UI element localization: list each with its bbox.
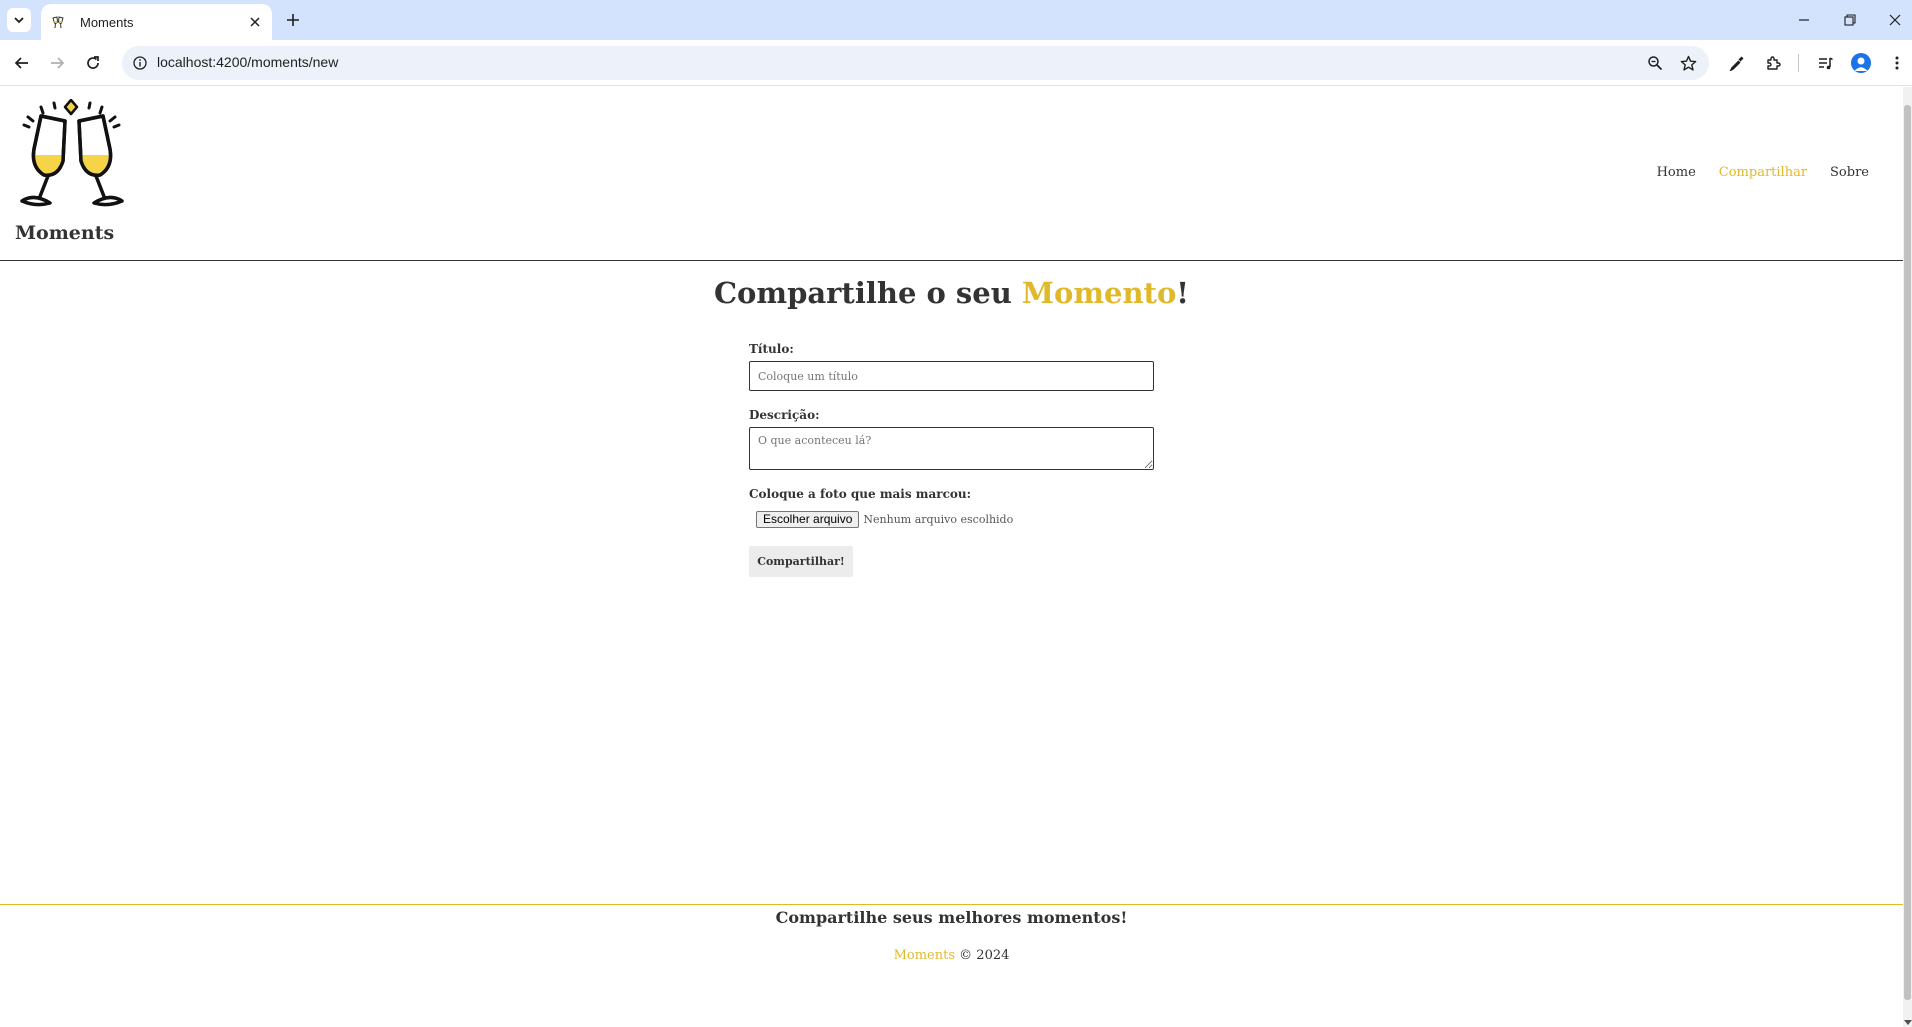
close-window-button[interactable]	[1881, 6, 1909, 34]
title-input[interactable]	[749, 361, 1154, 391]
page-title: Compartilhe o seu Momento!	[0, 276, 1903, 310]
minimize-window-button[interactable]	[1790, 6, 1818, 34]
arrow-left-icon	[14, 57, 28, 69]
arrow-right-icon	[51, 57, 65, 69]
plus-icon	[287, 14, 299, 26]
tab-title: Moments	[80, 14, 134, 30]
file-status-text: Nenhum arquivo escolhido	[863, 513, 1014, 526]
restore-icon	[1844, 14, 1856, 26]
scrollbar-thumb[interactable]	[1904, 105, 1911, 1000]
description-label: Descrição:	[749, 408, 820, 422]
back-button[interactable]	[8, 49, 36, 77]
zoom-icon[interactable]	[1644, 52, 1666, 74]
browser-menu-icon[interactable]	[1884, 50, 1910, 76]
page-viewport: Moments Home Compartilhar Sobre Comparti…	[0, 87, 1903, 1027]
champagne-toast-logo-icon[interactable]	[14, 98, 130, 207]
bookmark-star-icon[interactable]	[1677, 52, 1699, 74]
forward-button[interactable]	[43, 49, 71, 77]
scroll-down-arrow-icon[interactable]	[1904, 1020, 1912, 1025]
tab-search-button[interactable]	[7, 8, 31, 32]
footer-brand: Moments	[893, 948, 956, 963]
chevron-down-icon	[14, 17, 24, 24]
page-title-accent: Momento	[1021, 276, 1177, 310]
tab-close-icon[interactable]	[246, 13, 264, 31]
share-submit-button[interactable]: Compartilhar!	[749, 546, 853, 577]
new-tab-button[interactable]	[281, 8, 305, 32]
footer-tagline: Compartilhe seus melhores momentos!	[775, 908, 1128, 927]
reload-icon	[87, 56, 99, 69]
site-header: Moments Home Compartilhar Sobre	[0, 87, 1903, 261]
browser-tab[interactable]: Moments	[41, 4, 272, 40]
profile-avatar-icon[interactable]	[1848, 50, 1874, 76]
page-scrollbar[interactable]	[1903, 87, 1912, 1027]
media-controls-icon[interactable]	[1812, 50, 1838, 76]
file-picker: Escolher arquivo Nenhum arquivo escolhid…	[756, 511, 1155, 528]
browser-tab-strip: Moments	[0, 0, 1912, 40]
title-label: Título:	[749, 342, 794, 356]
nav-link-home[interactable]: Home	[1657, 165, 1696, 180]
restore-window-button[interactable]	[1836, 6, 1864, 34]
info-icon[interactable]	[131, 54, 149, 72]
site-footer: Compartilhe seus melhores momentos! Mome…	[0, 904, 1903, 1027]
eyedropper-extension-icon[interactable]	[1724, 50, 1750, 76]
browser-toolbar: localhost:4200/moments/new	[0, 40, 1912, 86]
new-moment-form: Título: Descrição: Coloque a foto que ma…	[749, 342, 1155, 577]
site-brand[interactable]: Moments	[15, 222, 114, 244]
nav-link-compartilhar[interactable]: Compartilhar	[1719, 165, 1807, 180]
champagne-favicon-icon	[49, 13, 67, 31]
reload-button[interactable]	[79, 49, 107, 77]
footer-copyright: Moments © 2024	[0, 948, 1903, 963]
nav-link-sobre[interactable]: Sobre	[1830, 165, 1869, 180]
toolbar-divider	[1798, 54, 1799, 72]
address-url[interactable]: localhost:4200/moments/new	[157, 54, 338, 70]
close-icon	[1889, 14, 1901, 26]
description-textarea[interactable]	[749, 427, 1154, 470]
address-bar[interactable]: localhost:4200/moments/new	[122, 46, 1709, 80]
footer-copyright-text: © 2024	[959, 948, 1010, 963]
choose-file-button[interactable]: Escolher arquivo	[756, 511, 860, 528]
main-nav: Home Compartilhar Sobre	[1657, 165, 1869, 180]
page-title-prefix: Compartilhe o seu	[713, 276, 1022, 310]
page-title-suffix: !	[1176, 276, 1190, 310]
minimize-icon	[1799, 19, 1809, 21]
photo-label: Coloque a foto que mais marcou:	[749, 487, 972, 501]
extensions-puzzle-icon[interactable]	[1760, 50, 1786, 76]
